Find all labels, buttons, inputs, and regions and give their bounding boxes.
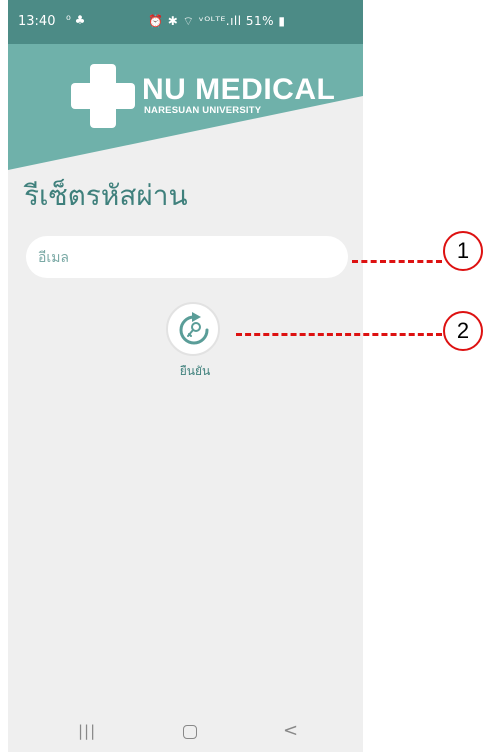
medical-cross-logo-icon — [71, 64, 135, 128]
callout-1-marker: 1 — [443, 231, 483, 271]
brand-subtitle: NARESUAN UNIVERSITY — [144, 105, 262, 116]
brand-title: NU MEDICAL — [142, 73, 336, 106]
callout-1-line — [352, 260, 442, 263]
back-icon[interactable]: < — [283, 720, 298, 741]
notification-icons: ⁰ ♣ — [66, 13, 86, 27]
home-icon[interactable] — [183, 725, 197, 739]
system-status-icons: ⏰ ✱ ⌔ ᵛᴼᴸᵀᴱ.ıll 51% ▮ — [148, 14, 286, 28]
callout-2-line — [236, 333, 442, 336]
refresh-key-icon — [179, 312, 209, 345]
phone-screen: 13:40 ⁰ ♣ ⏰ ✱ ⌔ ᵛᴼᴸᵀᴱ.ıll 51% ▮ NU MEDIC… — [8, 0, 363, 752]
email-field[interactable] — [26, 236, 348, 278]
confirm-button[interactable] — [166, 302, 220, 356]
status-time: 13:40 — [18, 14, 56, 29]
status-bar: 13:40 ⁰ ♣ ⏰ ✱ ⌔ ᵛᴼᴸᵀᴱ.ıll 51% ▮ — [8, 0, 363, 44]
recent-apps-icon[interactable]: ||| — [78, 722, 96, 740]
confirm-label: ยืนยัน — [179, 364, 211, 378]
page-title: รีเซ็ตรหัสผ่าน — [24, 179, 188, 212]
callout-2-marker: 2 — [443, 311, 483, 351]
android-nav-bar: ||| < — [8, 712, 363, 752]
